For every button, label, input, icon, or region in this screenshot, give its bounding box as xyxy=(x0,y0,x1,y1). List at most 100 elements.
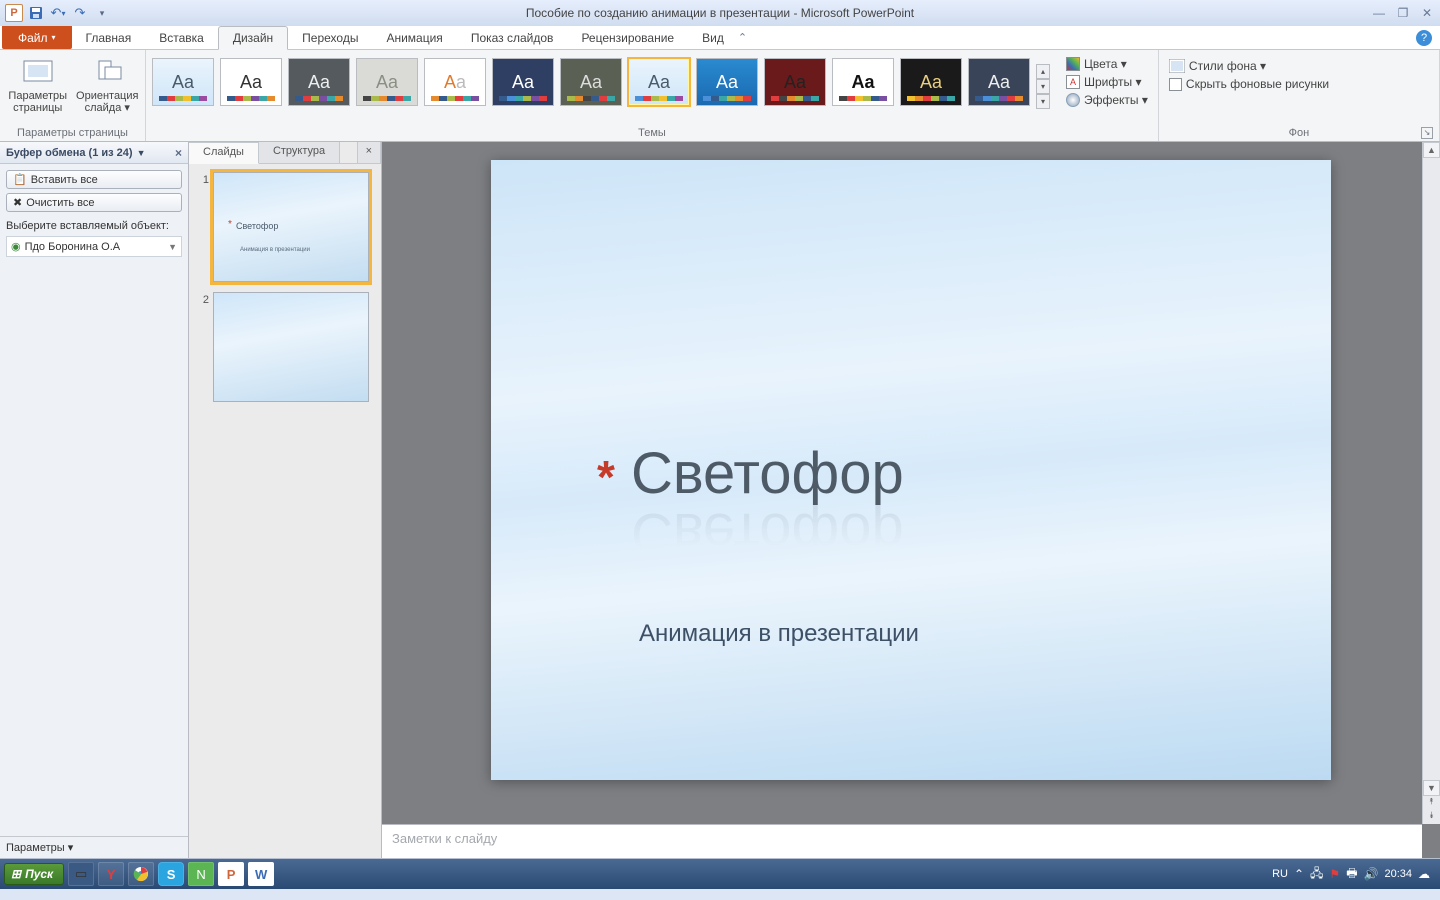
slide-canvas[interactable]: * Светофор Светофор Анимация в презентац… xyxy=(491,160,1331,780)
slide-thumb-row[interactable]: 1 * Светофор Анимация в презентации xyxy=(195,172,375,282)
tray-flag-icon[interactable]: ⚑ xyxy=(1329,867,1340,881)
slide-subtitle[interactable]: Анимация в презентации xyxy=(639,620,919,648)
tab-design[interactable]: Дизайн xyxy=(218,26,288,50)
ribbon-collapse-icon[interactable]: ⌃ xyxy=(738,31,747,44)
hide-background-checkbox[interactable]: Скрыть фоновые рисунки xyxy=(1165,76,1333,92)
slide-orientation-button[interactable]: Ориентация слайда ▾ xyxy=(76,52,140,114)
tab-transitions[interactable]: Переходы xyxy=(288,26,372,49)
tab-animation[interactable]: Анимация xyxy=(372,26,456,49)
taskbar-word-icon[interactable]: W xyxy=(248,862,274,886)
taskbar-powerpoint-icon[interactable]: P xyxy=(218,862,244,886)
clipboard-header: Буфер обмена (1 из 24) ▼ × xyxy=(0,142,188,164)
vertical-scrollbar[interactable]: ▲ ▼ ⯭ ⯯ xyxy=(1422,142,1440,824)
close-button[interactable]: ✕ xyxy=(1418,6,1436,20)
slides-tab[interactable]: Слайды xyxy=(189,142,259,164)
title-bar: P ↶▾ ↷ ▾ Пособие по созданию анимации в … xyxy=(0,0,1440,26)
clipboard-item[interactable]: ◉ Пдо Боронина О.А ▼ xyxy=(6,236,182,257)
ribbon: Параметры страницы Ориентация слайда ▾ П… xyxy=(0,50,1440,142)
outline-tab[interactable]: Структура xyxy=(259,142,340,163)
clip-item-icon: ◉ xyxy=(11,240,21,253)
theme-thumb[interactable]: Aa xyxy=(968,58,1030,106)
restore-button[interactable]: ❐ xyxy=(1394,6,1412,20)
bg-styles-icon xyxy=(1169,59,1185,73)
scroll-down-icon[interactable]: ▼ xyxy=(1423,780,1440,796)
theme-thumb[interactable]: Aa xyxy=(764,58,826,106)
paste-all-button[interactable]: 📋Вставить все xyxy=(6,170,182,189)
tray-clock[interactable]: 20:34 xyxy=(1384,868,1412,880)
next-slide-icon[interactable]: ⯯ xyxy=(1423,810,1440,824)
group-page-setup-label: Параметры страницы xyxy=(6,125,139,141)
group-themes-label: Темы xyxy=(152,125,1152,141)
language-indicator[interactable]: RU xyxy=(1272,868,1288,880)
theme-thumb[interactable]: Aa xyxy=(152,58,214,106)
save-icon[interactable] xyxy=(26,3,46,23)
tab-view[interactable]: Вид xyxy=(688,26,738,49)
theme-thumb[interactable]: Aa xyxy=(696,58,758,106)
file-tab[interactable]: Файл xyxy=(2,26,72,49)
theme-thumb[interactable]: Aa xyxy=(288,58,350,106)
fonts-icon: A xyxy=(1066,75,1080,89)
tray-weather-icon[interactable]: ☁ xyxy=(1418,867,1430,881)
notes-pane[interactable]: Заметки к слайду xyxy=(382,824,1422,858)
system-tray: RU ⌃ 🖧 ⚑ 🖶 🔊 20:34 ☁ xyxy=(1272,864,1436,885)
paste-icon: 📋 xyxy=(13,173,27,186)
tray-volume-icon[interactable]: 🔊 xyxy=(1364,867,1379,881)
clip-item-menu-icon[interactable]: ▼ xyxy=(168,242,177,252)
clipboard-prompt: Выберите вставляемый объект: xyxy=(0,218,188,234)
slide-thumbnail[interactable]: * Светофор Анимация в презентации xyxy=(213,172,369,282)
tray-network-icon[interactable]: 🖧 xyxy=(1310,864,1323,885)
taskbar-yandex-icon[interactable]: Y xyxy=(98,862,124,886)
clipboard-options-button[interactable]: Параметры ▾ xyxy=(0,836,188,858)
slide-title[interactable]: Светофор xyxy=(631,440,904,507)
prev-slide-icon[interactable]: ⯭ xyxy=(1423,796,1440,810)
colors-icon xyxy=(1066,57,1080,71)
help-icon[interactable]: ? xyxy=(1416,30,1432,46)
taskbar-show-desktop-icon[interactable]: ▭ xyxy=(68,862,94,886)
scroll-up-icon[interactable]: ▲ xyxy=(1423,142,1440,158)
window-title: Пособие по созданию анимации в презентац… xyxy=(526,6,914,20)
theme-thumb[interactable]: Aa xyxy=(220,58,282,106)
background-styles-button[interactable]: Стили фона ▾ xyxy=(1165,58,1333,74)
redo-icon[interactable]: ↷ xyxy=(70,3,90,23)
tab-slideshow[interactable]: Показ слайдов xyxy=(457,26,568,49)
theme-thumb[interactable]: Aa xyxy=(900,58,962,106)
effects-icon xyxy=(1066,93,1080,107)
tab-review[interactable]: Рецензирование xyxy=(567,26,688,49)
tab-insert[interactable]: Вставка xyxy=(145,26,218,49)
theme-thumb[interactable]: Aa xyxy=(560,58,622,106)
page-setup-button[interactable]: Параметры страницы xyxy=(6,52,70,114)
tray-chevron-icon[interactable]: ⌃ xyxy=(1294,867,1304,881)
taskbar-chrome-icon[interactable] xyxy=(128,862,154,886)
taskbar-skype-icon[interactable]: S xyxy=(158,862,184,886)
quick-access-toolbar: P ↶▾ ↷ ▾ xyxy=(4,3,112,23)
minimize-button[interactable]: — xyxy=(1370,6,1388,20)
clipboard-menu-icon[interactable]: ▼ xyxy=(137,148,146,158)
app-menu-icon[interactable]: P xyxy=(4,3,24,23)
undo-icon[interactable]: ↶▾ xyxy=(48,3,68,23)
theme-fonts-button[interactable]: AШрифты ▾ xyxy=(1062,74,1152,90)
start-button[interactable]: ⊞Пуск xyxy=(4,863,64,885)
slide-number: 1 xyxy=(195,172,209,282)
theme-effects-button[interactable]: Эффекты ▾ xyxy=(1062,92,1152,108)
theme-thumb[interactable]: Aa xyxy=(492,58,554,106)
clear-all-button[interactable]: ✖Очистить все xyxy=(6,193,182,212)
dialog-launcher-icon[interactable]: ↘ xyxy=(1421,127,1433,139)
theme-thumb[interactable]: Aa xyxy=(832,58,894,106)
qat-customize-icon[interactable]: ▾ xyxy=(92,3,112,23)
slide-thumbnail[interactable] xyxy=(213,292,369,402)
tray-device-icon[interactable]: 🖶 xyxy=(1346,864,1357,885)
taskbar-app-icon[interactable]: N xyxy=(188,862,214,886)
themes-gallery-spinner[interactable]: ▴▾▾ xyxy=(1036,64,1050,109)
checkbox-icon xyxy=(1169,78,1182,91)
theme-colors-button[interactable]: Цвета ▾ xyxy=(1062,56,1152,72)
theme-thumb[interactable]: Aa xyxy=(356,58,418,106)
slides-panel-close-icon[interactable]: × xyxy=(357,142,381,163)
slide-title-reflection: Светофор xyxy=(631,500,904,567)
windows-logo-icon: ⊞ xyxy=(11,867,21,881)
clipboard-close-icon[interactable]: × xyxy=(175,146,182,160)
theme-thumb[interactable]: Aa xyxy=(424,58,486,106)
taskbar: ⊞Пуск ▭ Y S N P W RU ⌃ 🖧 ⚑ 🖶 🔊 20:34 ☁ xyxy=(0,859,1440,889)
theme-thumb-selected[interactable]: Aa xyxy=(628,58,690,106)
slide-thumb-row[interactable]: 2 xyxy=(195,292,375,402)
tab-home[interactable]: Главная xyxy=(72,26,146,49)
